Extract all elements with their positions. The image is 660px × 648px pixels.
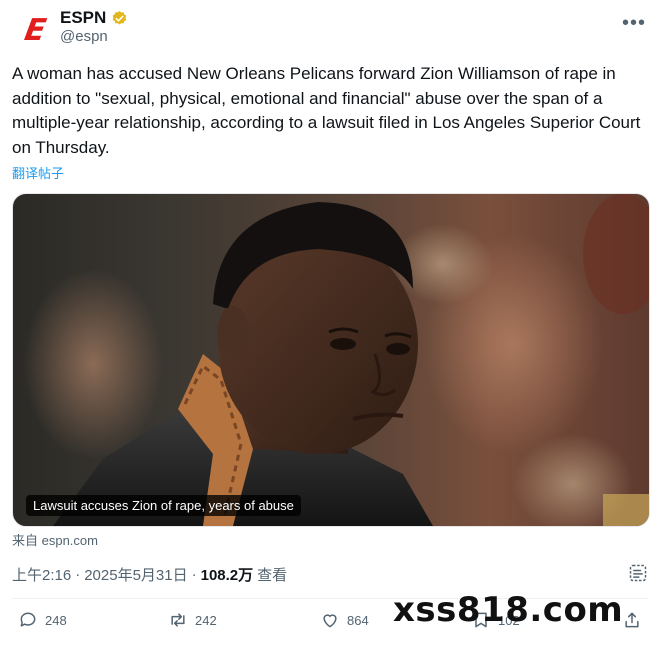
post-media[interactable]: Lawsuit accuses Zion of rape, years of a… [12,193,650,527]
translate-post-link[interactable]: 翻译帖子 [12,163,64,182]
share-button[interactable] [622,610,642,630]
reply-button[interactable]: 248 [18,610,67,630]
analytics-icon[interactable] [628,563,648,583]
athlete-photo [23,194,649,526]
post-time[interactable]: 上午2:16 [12,564,71,585]
account-name[interactable]: ESPN [60,8,106,28]
meta-separator: · [191,566,197,583]
like-count: 864 [347,612,369,628]
views-label: 查看 [257,567,288,584]
like-button[interactable]: 864 [320,610,369,630]
account-handle[interactable]: @espn [60,28,108,45]
heart-icon [323,614,337,628]
media-caption: Lawsuit accuses Zion of rape, years of a… [26,495,301,516]
repost-button[interactable]: 242 [168,610,217,630]
reply-icon [20,612,36,627]
name-row: ESPN [60,8,128,28]
more-options-icon[interactable]: ••• [622,12,646,35]
meta-separator: · [75,566,81,583]
media-source[interactable]: 来自 espn.com [12,530,98,549]
verified-badge-icon [112,10,127,25]
watermark: xss818.com [393,590,624,630]
avatar[interactable]: E [14,10,54,50]
post-header: E ESPN @espn ••• [12,8,652,50]
repost-count: 242 [195,612,217,628]
repost-icon [171,613,185,627]
share-icon [625,612,639,628]
post-date[interactable]: 2025年5月31日 [84,564,187,585]
views-count: 108.2万 [200,567,254,584]
espn-logo-icon: E [21,12,47,48]
post-meta: 上午2:16 · 2025年5月31日 · 108.2万 查看 [12,564,287,585]
post-text: A woman has accused New Orleans Pelicans… [12,64,641,157]
reply-count: 248 [45,612,67,628]
